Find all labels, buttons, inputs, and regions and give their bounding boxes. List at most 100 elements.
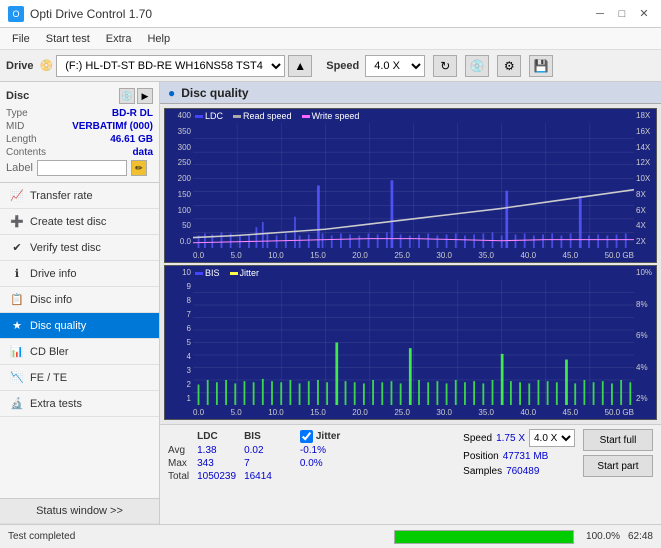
progress-bar — [394, 530, 574, 544]
time-display: 62:48 — [628, 531, 653, 542]
disc-panel: Disc 💿 ▶ Type BD-R DL MID VERBATIMf (000… — [0, 82, 159, 183]
disc-contents-label: Contents — [6, 147, 46, 158]
sidebar-item-disc-info[interactable]: 📋 Disc info — [0, 287, 159, 313]
speed-dropdown[interactable]: 4.0 X 2.0 X — [529, 429, 575, 447]
main-layout: Disc 💿 ▶ Type BD-R DL MID VERBATIMf (000… — [0, 82, 661, 524]
disc-label-input[interactable] — [37, 160, 127, 176]
dq-title: Disc quality — [181, 86, 248, 100]
settings-button[interactable]: ⚙ — [497, 55, 521, 77]
col-ldc: LDC — [197, 429, 244, 444]
max-jitter: 0.0% — [300, 457, 352, 470]
total-ldc: 1050239 — [197, 470, 244, 483]
sidebar-item-disc-quality[interactable]: ★ Disc quality — [0, 313, 159, 339]
app-icon: O — [8, 6, 24, 22]
label-edit-button[interactable]: ✏ — [131, 160, 147, 176]
legend-jitter: Jitter — [230, 268, 260, 278]
total-bis: 16414 — [244, 470, 280, 483]
stats-avg-row: Avg 1.38 0.02 -0.1% — [168, 444, 352, 457]
disc-icon-1[interactable]: 💿 — [119, 88, 135, 104]
disc-label-label: Label — [6, 162, 33, 174]
col-spacer — [280, 429, 300, 444]
action-buttons: Start full Start part — [583, 429, 653, 477]
disc-mid-label: MID — [6, 121, 24, 132]
start-full-button[interactable]: Start full — [583, 429, 653, 451]
disc-quality-icon: ★ — [10, 319, 24, 333]
sidebar-item-drive-info[interactable]: ℹ Drive info — [0, 261, 159, 287]
sidebar-item-cd-bler[interactable]: 📊 CD Bler — [0, 339, 159, 365]
menubar: File Start test Extra Help — [0, 28, 661, 50]
samples-row: Samples 760489 — [463, 466, 575, 477]
sidebar-item-label: CD Bler — [30, 346, 69, 358]
max-spacer — [280, 457, 300, 470]
chart1-x-axis: 0.0 5.0 10.0 15.0 20.0 25.0 30.0 35.0 40… — [193, 248, 634, 262]
status-text: Test completed — [8, 531, 386, 542]
avg-ldc: 1.38 — [197, 444, 244, 457]
dq-header: ● Disc quality — [160, 82, 661, 104]
max-label: Max — [168, 457, 197, 470]
jitter-color — [230, 272, 238, 275]
eject-button[interactable]: ▲ — [288, 55, 312, 77]
position-label: Position — [463, 451, 499, 462]
verify-disc-icon: ✔ — [10, 241, 24, 255]
disc-contents-value: data — [132, 147, 153, 158]
menu-start-test[interactable]: Start test — [38, 31, 98, 47]
titlebar-left: O Opti Drive Control 1.70 — [8, 6, 152, 22]
write-speed-color — [302, 115, 310, 118]
menu-help[interactable]: Help — [139, 31, 178, 47]
speed-label: Speed — [463, 433, 492, 444]
sidebar-item-create-test-disc[interactable]: ➕ Create test disc — [0, 209, 159, 235]
charts-area: LDC Read speed Write speed 400 350 30 — [160, 104, 661, 424]
status-window-label: Status window >> — [36, 505, 123, 517]
jitter-checkbox[interactable] — [300, 430, 313, 443]
menu-file[interactable]: File — [4, 31, 38, 47]
sidebar-item-label: FE / TE — [30, 372, 67, 384]
disc-label-row: Label ✏ — [6, 160, 153, 176]
start-part-button[interactable]: Start part — [583, 455, 653, 477]
disc-icons: 💿 ▶ — [119, 88, 153, 104]
disc-contents-row: Contents data — [6, 147, 153, 158]
chart1-y-axis-right: 18X 16X 14X 12X 10X 8X 6X 4X 2X — [634, 109, 656, 248]
sidebar-item-transfer-rate[interactable]: 📈 Transfer rate — [0, 183, 159, 209]
disc-title: Disc — [6, 90, 29, 102]
max-ldc: 343 — [197, 457, 244, 470]
disc-mid-row: MID VERBATIMf (000) — [6, 121, 153, 132]
chart2-y-axis-left: 10 9 8 7 6 5 4 3 2 1 — [165, 266, 193, 405]
disc-info-icon: 📋 — [10, 293, 24, 307]
position-value: 47731 MB — [503, 451, 549, 462]
sidebar-item-fe-te[interactable]: 📉 FE / TE — [0, 365, 159, 391]
refresh-button[interactable]: ↻ — [433, 55, 457, 77]
total-spacer — [280, 470, 300, 483]
close-button[interactable]: ✕ — [635, 5, 653, 23]
progress-fill — [395, 531, 573, 543]
disc-icon-2[interactable]: ▶ — [137, 88, 153, 104]
stats-max-row: Max 343 7 0.0% — [168, 457, 352, 470]
drive-info-icon: ℹ — [10, 267, 24, 281]
chart1-y-axis-left: 400 350 300 250 200 150 100 50 0.0 — [165, 109, 193, 248]
save-button[interactable]: 💾 — [529, 55, 553, 77]
maximize-button[interactable]: □ — [613, 5, 631, 23]
sidebar-item-extra-tests[interactable]: 🔬 Extra tests — [0, 391, 159, 417]
cd-bler-icon: 📊 — [10, 345, 24, 359]
speed-select[interactable]: 4.0 X 2.0 X 1.0 X — [365, 55, 425, 77]
stats-table: LDC BIS Jitter — [168, 429, 455, 483]
bis-color — [195, 272, 203, 275]
chart1-legend: LDC Read speed Write speed — [195, 111, 359, 121]
avg-bis: 0.02 — [244, 444, 280, 457]
drive-select[interactable]: (F:) HL-DT-ST BD-RE WH16NS58 TST4 — [56, 55, 285, 77]
legend-read-speed: Read speed — [233, 111, 292, 121]
chart2-legend: BIS Jitter — [195, 268, 259, 278]
samples-label: Samples — [463, 466, 502, 477]
col-jitter-check: Jitter — [300, 429, 352, 444]
disc-button[interactable]: 💿 — [465, 55, 489, 77]
sidebar-item-label: Verify test disc — [30, 242, 101, 254]
disc-type-value: BD-R DL — [112, 108, 153, 119]
minimize-button[interactable]: ─ — [591, 5, 609, 23]
chart1-svg — [193, 123, 634, 248]
speed-row: Speed 1.75 X 4.0 X 2.0 X — [463, 429, 575, 447]
disc-length-value: 46.61 GB — [110, 134, 153, 145]
status-window-button[interactable]: Status window >> — [0, 498, 159, 524]
samples-value: 760489 — [506, 466, 539, 477]
statusbar: Test completed 100.0% 62:48 — [0, 524, 661, 548]
sidebar-item-verify-test-disc[interactable]: ✔ Verify test disc — [0, 235, 159, 261]
menu-extra[interactable]: Extra — [98, 31, 140, 47]
